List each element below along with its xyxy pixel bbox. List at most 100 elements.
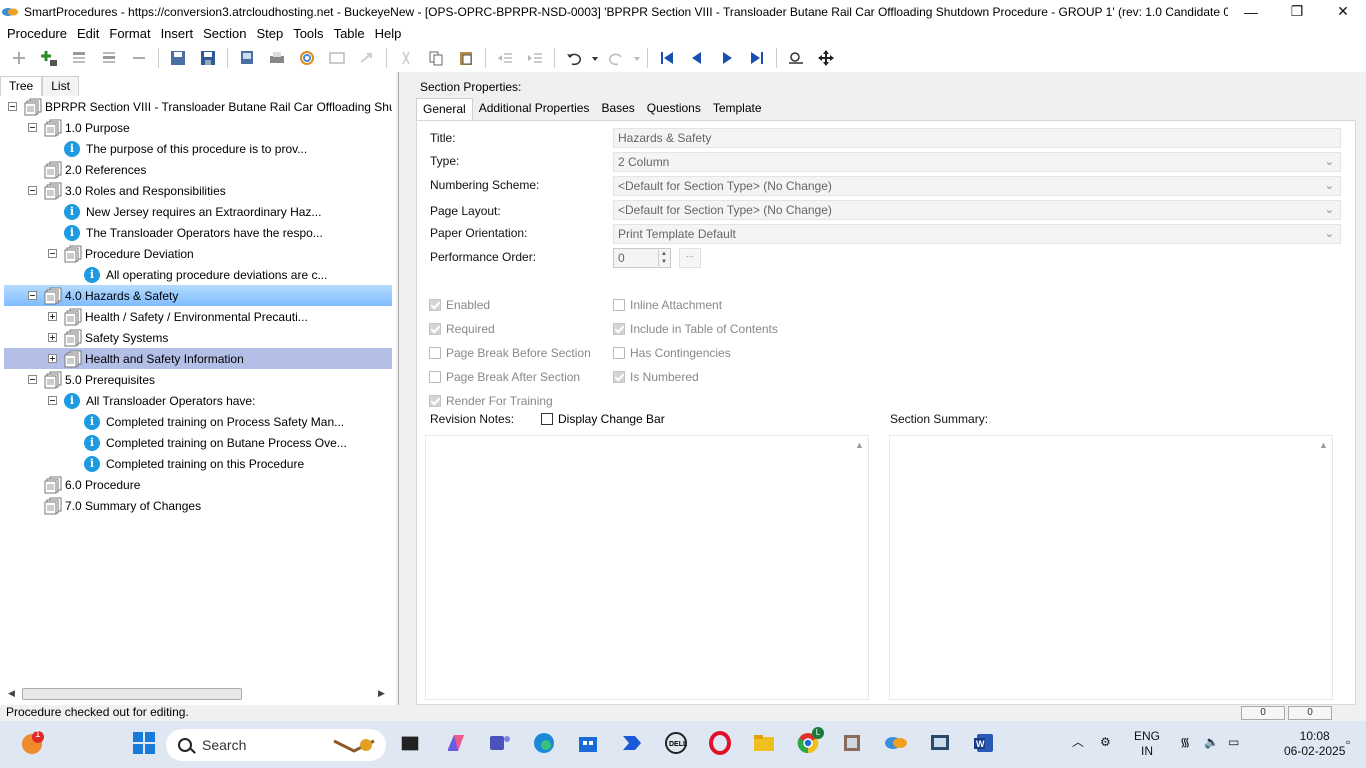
checkbox-has-contingencies[interactable]: Has Contingencies bbox=[613, 346, 731, 360]
add-child-icon[interactable] bbox=[38, 47, 60, 69]
page-layout-select[interactable]: <Default for Section Type> (No Change) ⌄ bbox=[613, 200, 1341, 220]
menu-table[interactable]: Table bbox=[329, 26, 370, 41]
windows-start-icon[interactable] bbox=[130, 729, 158, 757]
teams-icon[interactable] bbox=[486, 729, 514, 757]
tab-bases[interactable]: Bases bbox=[595, 98, 640, 120]
performance-order-stepper[interactable]: 0 ▲ ▼ bbox=[613, 248, 671, 268]
checkbox-inline-attachment[interactable]: Inline Attachment bbox=[613, 298, 722, 312]
tab-questions[interactable]: Questions bbox=[641, 98, 707, 120]
notification-app-icon[interactable]: 1 bbox=[18, 729, 46, 757]
tree-node[interactable]: i The purpose of this procedure is to pro… bbox=[4, 138, 392, 159]
menu-help[interactable]: Help bbox=[370, 26, 407, 41]
file-explorer-icon[interactable] bbox=[750, 729, 778, 757]
expand-icon[interactable] bbox=[48, 312, 57, 321]
menu-tools[interactable]: Tools bbox=[288, 26, 328, 41]
insert-below-icon[interactable] bbox=[98, 47, 120, 69]
checkbox-render-for-training[interactable]: Render For Training bbox=[429, 394, 553, 408]
first-icon[interactable] bbox=[656, 47, 678, 69]
tree-node[interactable]: 4.0 Hazards & Safety bbox=[4, 285, 392, 306]
tree-node[interactable]: Procedure Deviation bbox=[4, 243, 392, 264]
menu-insert[interactable]: Insert bbox=[156, 26, 199, 41]
checkbox-box[interactable] bbox=[613, 347, 625, 359]
app-icon-1[interactable] bbox=[838, 729, 866, 757]
tab-list[interactable]: List bbox=[42, 76, 79, 96]
menu-format[interactable]: Format bbox=[104, 26, 155, 41]
procedure-tree[interactable]: BPRPR Section VIII - Transloader Butane … bbox=[4, 96, 392, 686]
tab-additional-properties[interactable]: Additional Properties bbox=[473, 98, 596, 120]
find-icon[interactable] bbox=[785, 47, 807, 69]
undo-dropdown-icon[interactable] bbox=[591, 47, 599, 69]
display-change-bar-checkbox[interactable]: Display Change Bar bbox=[541, 412, 665, 426]
scrollbar-thumb[interactable] bbox=[22, 688, 242, 700]
redo-icon[interactable] bbox=[605, 47, 627, 69]
tree-node[interactable]: 3.0 Roles and Responsibilities bbox=[4, 180, 392, 201]
tree-node[interactable]: Health / Safety / Environmental Precauti… bbox=[4, 306, 392, 327]
indent-icon[interactable] bbox=[524, 47, 546, 69]
expand-icon[interactable] bbox=[48, 333, 57, 342]
add-icon[interactable] bbox=[8, 47, 30, 69]
app-icon-2[interactable] bbox=[926, 729, 954, 757]
edge-icon[interactable] bbox=[530, 729, 558, 757]
tree-node[interactable]: i Completed training on this Procedure bbox=[4, 453, 392, 474]
dell-icon[interactable]: DELL bbox=[662, 729, 690, 757]
tree-node[interactable]: Safety Systems bbox=[4, 327, 392, 348]
checkbox-enabled[interactable]: Enabled bbox=[429, 298, 490, 312]
performance-order-ellipsis-button[interactable]: ... bbox=[679, 248, 701, 268]
collapse-icon[interactable] bbox=[28, 291, 37, 300]
numbering-scheme-select[interactable]: <Default for Section Type> (No Change) ⌄ bbox=[613, 176, 1341, 196]
last-icon[interactable] bbox=[746, 47, 768, 69]
checkbox-box[interactable] bbox=[429, 395, 441, 407]
outdent-icon[interactable] bbox=[494, 47, 516, 69]
tree-node[interactable]: 6.0 Procedure bbox=[4, 474, 392, 495]
menu-step[interactable]: Step bbox=[251, 26, 288, 41]
checkbox-page-break-before-section[interactable]: Page Break Before Section bbox=[429, 346, 591, 360]
next-icon[interactable] bbox=[716, 47, 738, 69]
store-icon[interactable] bbox=[574, 729, 602, 757]
checkbox-box[interactable] bbox=[541, 413, 553, 425]
battery-icon[interactable]: ▭ bbox=[1228, 735, 1239, 750]
tab-template[interactable]: Template bbox=[707, 98, 768, 120]
save-icon[interactable] bbox=[197, 47, 219, 69]
tree-node[interactable]: BPRPR Section VIII - Transloader Butane … bbox=[4, 96, 392, 117]
tree-node[interactable]: Health and Safety Information bbox=[4, 348, 392, 369]
paste-icon[interactable] bbox=[455, 47, 477, 69]
copilot-icon[interactable] bbox=[442, 729, 470, 757]
language-indicator[interactable]: ENG IN bbox=[1134, 729, 1160, 759]
previous-icon[interactable] bbox=[686, 47, 708, 69]
tree-node[interactable]: i All Transloader Operators have: bbox=[4, 390, 392, 411]
tree-node[interactable]: 2.0 References bbox=[4, 159, 392, 180]
wifi-icon[interactable]: ᯾ bbox=[1180, 735, 1190, 750]
opera-icon[interactable] bbox=[706, 729, 734, 757]
scroll-right-icon[interactable]: ▶ bbox=[378, 688, 385, 699]
tree-horizontal-scrollbar[interactable]: ◀ ▶ bbox=[4, 686, 388, 702]
tray-overflow-icon[interactable]: ︿ bbox=[1072, 735, 1084, 750]
tree-node[interactable]: i The Transloader Operators have the resp… bbox=[4, 222, 392, 243]
tab-general[interactable]: General bbox=[416, 98, 473, 120]
tree-node[interactable]: 1.0 Purpose bbox=[4, 117, 392, 138]
checkbox-box[interactable] bbox=[613, 323, 625, 335]
copy-icon[interactable] bbox=[425, 47, 447, 69]
redirect-icon[interactable] bbox=[356, 47, 378, 69]
minimize-button[interactable]: — bbox=[1228, 0, 1274, 23]
task-view-icon[interactable] bbox=[396, 729, 424, 757]
type-select[interactable]: 2 Column ⌄ bbox=[613, 152, 1341, 172]
checkbox-box[interactable] bbox=[429, 323, 441, 335]
tab-tree[interactable]: Tree bbox=[0, 76, 43, 96]
power-automate-icon[interactable] bbox=[618, 729, 646, 757]
network-tray-icon[interactable]: ⚙ bbox=[1100, 735, 1111, 750]
print-icon[interactable] bbox=[266, 47, 288, 69]
title-field[interactable]: Hazards & Safety bbox=[613, 128, 1341, 148]
clock[interactable]: 10:08 06-02-2025 bbox=[1284, 729, 1345, 759]
taskbar-search[interactable]: Search bbox=[166, 729, 386, 761]
chrome-icon[interactable]: L bbox=[794, 727, 824, 757]
move-icon[interactable] bbox=[815, 47, 837, 69]
checkbox-include-in-table-of-contents[interactable]: Include in Table of Contents bbox=[613, 322, 778, 336]
undo-icon[interactable] bbox=[563, 47, 585, 69]
collapse-icon[interactable] bbox=[28, 123, 37, 132]
collapse-icon[interactable] bbox=[8, 102, 17, 111]
maximize-button[interactable]: ❐ bbox=[1274, 0, 1320, 23]
close-button[interactable]: ✕ bbox=[1320, 0, 1366, 23]
tree-node[interactable]: i New Jersey requires an Extraordinary Ha… bbox=[4, 201, 392, 222]
smartprocedures-taskbar-icon[interactable] bbox=[882, 729, 910, 757]
export-icon[interactable] bbox=[236, 47, 258, 69]
